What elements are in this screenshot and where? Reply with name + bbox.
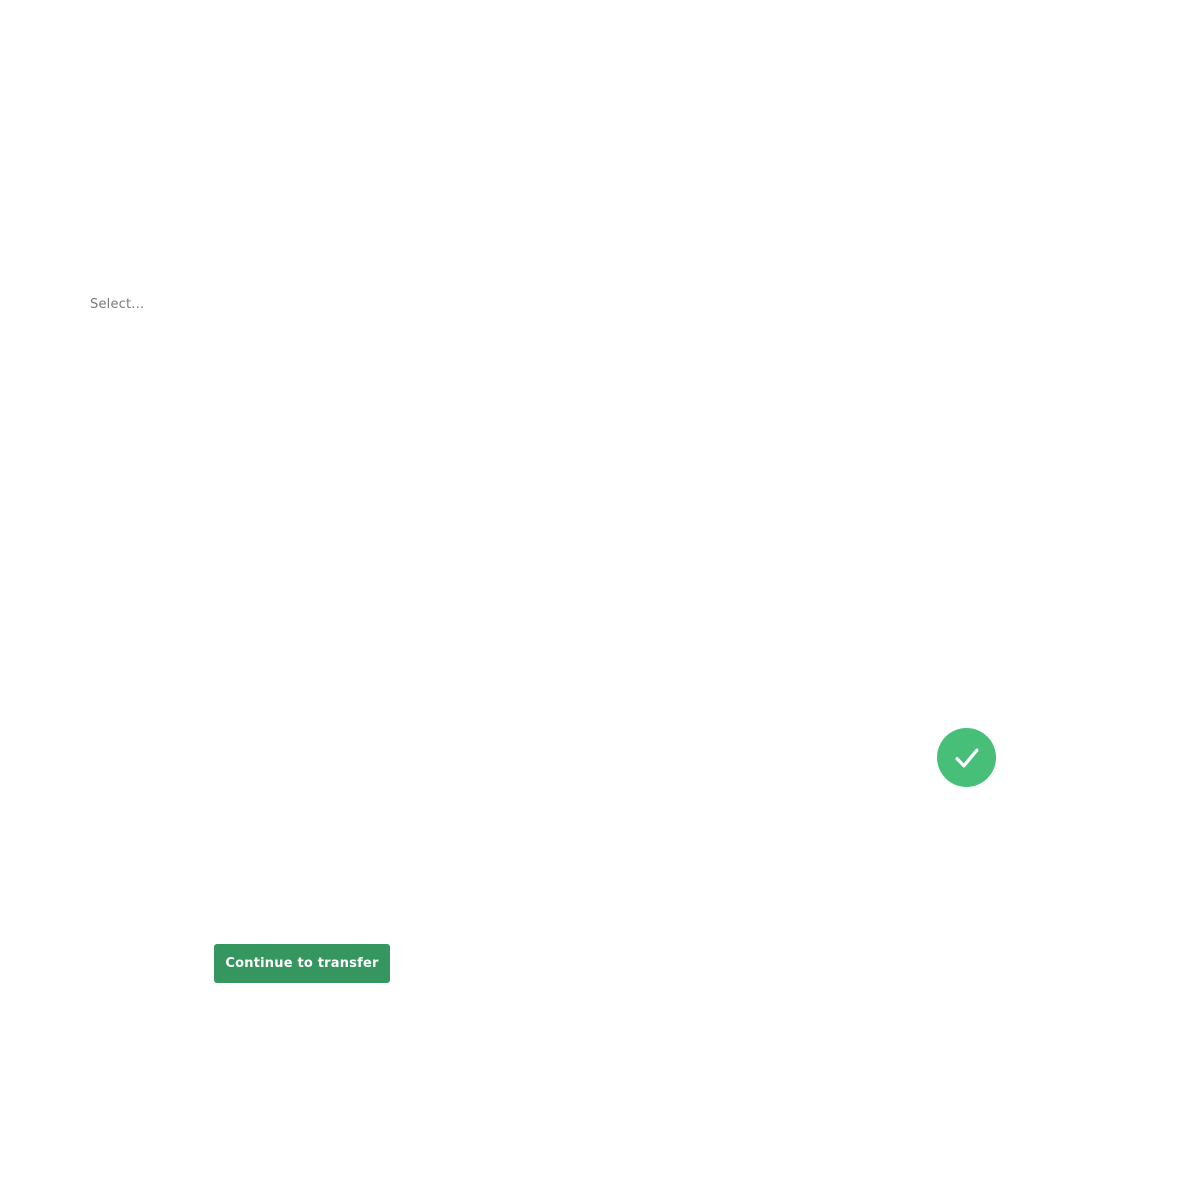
checkmark-icon xyxy=(954,748,979,767)
check-circle-icon xyxy=(937,728,996,787)
continue-to-transfer-button[interactable]: Continue to transfer xyxy=(214,944,390,983)
select-placeholder: Select... xyxy=(90,296,145,312)
select-dropdown[interactable]: Select... xyxy=(78,286,378,322)
